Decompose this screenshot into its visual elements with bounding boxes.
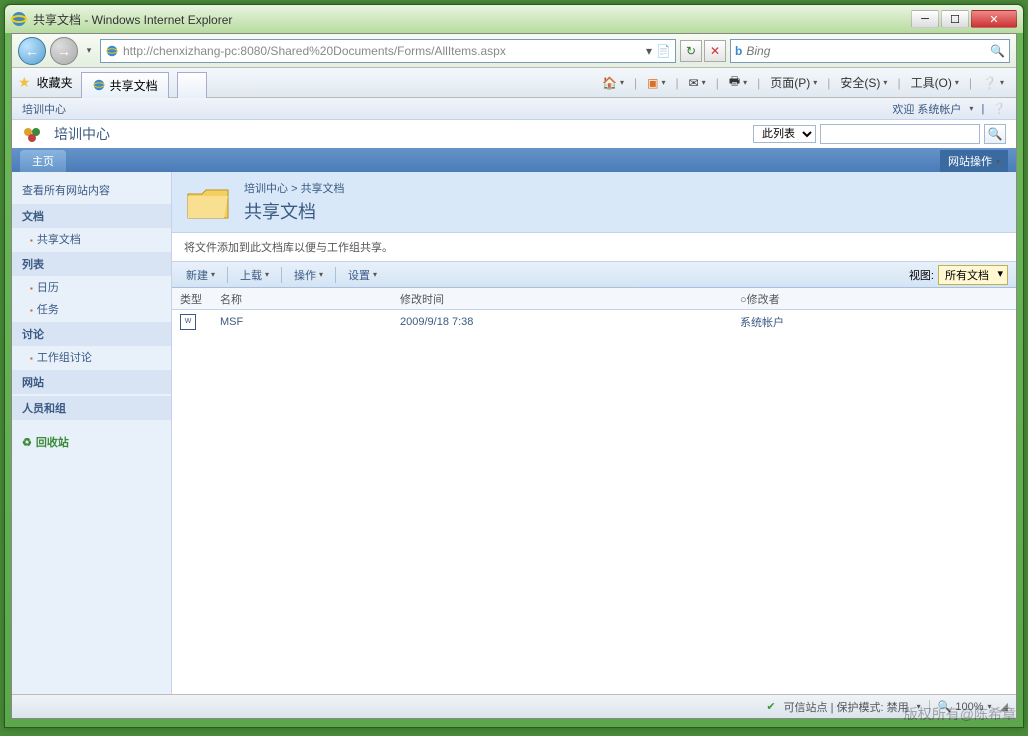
stop-button[interactable]: ✕ [704,40,726,62]
sp-search-input[interactable] [820,124,980,144]
favorites-bar: ★ 收藏夹 共享文档 🏠▾ | ▣▾ | ✉▾ | 🖶▾ | 页面(P)▾ | … [12,68,1016,98]
col-modified[interactable]: 修改时间 [400,291,740,307]
help-button[interactable]: ❔▾ [976,73,1010,93]
sb-item-calendar[interactable]: 日历 [12,276,171,298]
sp-header: 培训中心 此列表 🔍 [12,120,1016,148]
safety-menu[interactable]: 安全(S)▾ [834,71,893,94]
sb-item-tasks[interactable]: 任务 [12,298,171,320]
window-titlebar: 共享文档 - Windows Internet Explorer ─ ☐ ✕ [5,5,1023,33]
sb-head-people[interactable]: 人员和组 [12,396,171,420]
item-modifier[interactable]: 系统帐户 [740,314,1008,330]
sp-site-actions[interactable]: 网站操作▾ [940,150,1008,172]
sb-head-docs[interactable]: 文档 [12,204,171,228]
sb-head-discussions[interactable]: 讨论 [12,322,171,346]
nav-toolbar: ← → ▾ ▾ 📄 ↻ ✕ b 🔍 [12,34,1016,68]
sb-view-all[interactable]: 查看所有网站内容 [12,178,171,202]
tools-menu[interactable]: 工具(O)▾ [905,71,965,94]
security-zone[interactable]: 可信站点 | 保护模式: 禁用 [784,699,909,715]
tb-settings[interactable]: 设置▾ [342,264,383,286]
window-title: 共享文档 - Windows Internet Explorer [33,11,911,28]
bing-icon: b [735,44,742,58]
sp-global-nav: 培训中心 欢迎 系统帐户▾ | ❔ [12,98,1016,120]
watermark: 版权所有@陈希章 [904,704,1016,724]
browser-tab[interactable]: 共享文档 [81,72,169,98]
minimize-button[interactable]: ─ [911,10,939,28]
favorites-label[interactable]: 收藏夹 [37,74,73,91]
recycle-icon: ♻ [22,436,32,449]
bc-root[interactable]: 培训中心 [244,183,288,195]
page-menu[interactable]: 页面(P)▾ [764,71,823,94]
library-description: 将文件添加到此文档库以便与工作组共享。 [172,233,1016,262]
sp-site-title[interactable]: 培训中心 [54,124,110,144]
new-tab-button[interactable] [177,72,207,98]
sp-logo-icon [22,124,46,144]
sp-title-area: 培训中心 > 共享文档 共享文档 [172,172,1016,233]
mail-button[interactable]: ✉▾ [683,73,712,93]
sp-quicklaunch: 查看所有网站内容 文档 共享文档 列表 日历 任务 讨论 工作组讨论 网站 人员… [12,172,172,694]
url-input[interactable] [123,44,646,58]
feeds-button[interactable]: ▣▾ [641,73,671,93]
bc-leaf[interactable]: 共享文档 [301,183,345,195]
tb-upload[interactable]: 上载▾ [234,264,275,286]
ie-icon [11,11,33,27]
column-headers: 类型 名称 修改时间 ○修改者 [172,288,1016,310]
trusted-icon: ✔ [766,700,775,713]
search-bar[interactable]: b 🔍 [730,39,1010,63]
tab-title: 共享文档 [110,77,158,94]
tb-actions[interactable]: 操作▾ [288,264,329,286]
maximize-button[interactable]: ☐ [941,10,969,28]
sb-recycle-bin[interactable]: ♻ 回收站 [12,428,171,456]
sb-head-sites[interactable]: 网站 [12,370,171,394]
word-doc-icon: W [180,314,196,330]
library-title: 共享文档 [244,198,345,224]
sp-top-nav: 主页 网站操作▾ [12,148,1016,172]
view-label: 视图: [909,267,934,283]
status-bar: ✔ 可信站点 | 保护模式: 禁用 ▾ 🔍 100% ▾ ◢ [12,694,1016,718]
nav-history-dropdown[interactable]: ▾ [82,42,96,60]
address-bar[interactable]: ▾ 📄 [100,39,676,63]
refresh-button[interactable]: ↻ [680,40,702,62]
tb-new[interactable]: 新建▾ [180,264,221,286]
back-button[interactable]: ← [18,37,46,65]
sp-search-button[interactable]: 🔍 [984,124,1006,144]
forward-button[interactable]: → [50,37,78,65]
view-selector[interactable]: 所有文档 [938,265,1008,285]
col-name[interactable]: 名称 [220,291,400,307]
sp-sitename-top[interactable]: 培训中心 [22,101,66,117]
col-type[interactable]: 类型 [180,291,220,307]
sp-main: 培训中心 > 共享文档 共享文档 将文件添加到此文档库以便与工作组共享。 新建▾… [172,172,1016,694]
favorites-star-icon[interactable]: ★ [18,74,31,91]
list-item[interactable]: W MSF 2009/9/18 7:38 系统帐户 [172,310,1016,334]
home-button[interactable]: 🏠▾ [596,73,630,93]
breadcrumb: 培训中心 > 共享文档 [244,180,345,196]
compat-icon[interactable]: ▾ [646,44,652,58]
col-modifier[interactable]: ○修改者 [740,291,1008,307]
print-button[interactable]: 🖶▾ [723,69,753,96]
sb-item-shared-docs[interactable]: 共享文档 [12,228,171,250]
sp-help-icon[interactable]: ❔ [992,102,1006,115]
list-toolbar: 新建▾ 上载▾ 操作▾ 设置▾ 视图: 所有文档 [172,262,1016,288]
close-button[interactable]: ✕ [971,10,1017,28]
item-modified: 2009/9/18 7:38 [400,316,740,328]
tab-page-icon [92,78,106,92]
search-go-icon[interactable]: 🔍 [990,44,1005,58]
folder-icon [184,182,232,222]
sb-item-team-discussion[interactable]: 工作组讨论 [12,346,171,368]
page-content: 培训中心 欢迎 系统帐户▾ | ❔ 培训中心 此列表 🔍 [12,98,1016,694]
page-icon [105,44,119,58]
search-input[interactable] [746,44,990,58]
item-name[interactable]: MSF [220,316,400,328]
compat-view-icon[interactable]: 📄 [656,44,671,58]
sp-welcome[interactable]: 欢迎 系统帐户 [892,101,961,117]
sp-scope-select[interactable]: 此列表 [753,125,816,143]
sb-head-lists[interactable]: 列表 [12,252,171,276]
sp-home-tab[interactable]: 主页 [20,150,66,172]
